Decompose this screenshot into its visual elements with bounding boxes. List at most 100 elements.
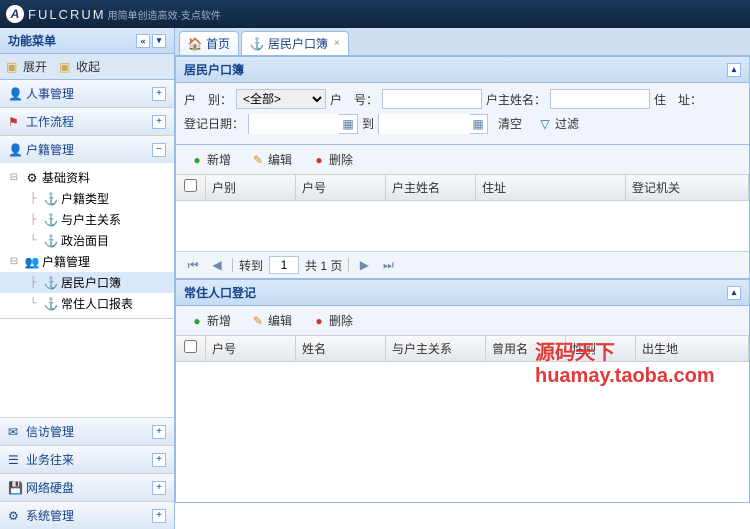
- col-head[interactable]: 户主姓名: [386, 175, 476, 200]
- edit-button[interactable]: ✎编辑: [245, 310, 298, 331]
- tree-node-relation[interactable]: ├ ⚓ 与户主关系: [0, 209, 174, 230]
- panel-resident: 常住人口登记 ▴ ●新增 ✎编辑 ●删除 户号 姓名 与户主关系 曾用名 性别: [175, 279, 750, 503]
- delete-button[interactable]: ●删除: [306, 149, 359, 170]
- panel-title: 居民户口簿: [184, 61, 244, 78]
- delete-icon: ●: [312, 314, 326, 328]
- sidebar-title-text: 功能菜单: [8, 32, 56, 49]
- add-button[interactable]: ●新增: [184, 149, 237, 170]
- expand-icon[interactable]: +: [152, 453, 166, 467]
- next-page-icon[interactable]: ▶: [355, 256, 373, 274]
- expand-icon[interactable]: +: [152, 425, 166, 439]
- col-relation[interactable]: 与户主关系: [386, 336, 486, 361]
- home-icon: 🏠: [188, 37, 202, 51]
- tab-book[interactable]: ⚓ 居民户口簿 ×: [241, 31, 349, 55]
- tree-minus-icon[interactable]: ⊟: [6, 170, 22, 186]
- filter-icon: ▽: [538, 117, 552, 131]
- expand-icon[interactable]: +: [152, 481, 166, 495]
- anchor-icon: ⚓: [250, 37, 264, 51]
- add-button[interactable]: ●新增: [184, 310, 237, 331]
- grid-household: 户别 户号 户主姓名 住址 登记机关: [176, 175, 749, 251]
- col-num[interactable]: 户号: [296, 175, 386, 200]
- anchor-icon: ⚓: [44, 213, 58, 227]
- clear-button[interactable]: 清空: [492, 113, 528, 134]
- collapse-left-icon[interactable]: «: [136, 34, 150, 48]
- expand-icon[interactable]: +: [152, 509, 166, 523]
- expand-icon[interactable]: +: [152, 87, 166, 101]
- page-input[interactable]: [269, 256, 299, 274]
- sidebar: 功能菜单 « ▾ ▣ 展开 ▣ 收起 👤人事管理 +: [0, 28, 175, 529]
- app-slogan: 用简单创造高效·支点软件: [108, 7, 221, 22]
- app-name: FULCRUM: [28, 7, 106, 22]
- app-logo: A FULCRUM: [6, 5, 106, 23]
- sidebar-title: 功能菜单 « ▾: [0, 28, 174, 54]
- gear-icon: ⚙: [8, 509, 22, 523]
- col-former[interactable]: 曾用名: [486, 336, 566, 361]
- tree-node-politics[interactable]: └ ⚓ 政治面目: [0, 230, 174, 251]
- grid-toolbar: ●新增 ✎编辑 ●删除: [176, 145, 749, 175]
- col-addr[interactable]: 住址: [476, 175, 626, 200]
- select-all-checkbox[interactable]: [184, 340, 197, 353]
- label-regdate: 登记日期：: [184, 115, 244, 132]
- collapse-icon: ▣: [59, 60, 73, 74]
- label-type: 户 别：: [184, 91, 232, 108]
- close-icon[interactable]: ×: [334, 38, 340, 49]
- prev-page-icon[interactable]: ◀: [208, 256, 226, 274]
- label-head: 户主姓名：: [486, 91, 546, 108]
- col-type[interactable]: 户别: [206, 175, 296, 200]
- col-gender[interactable]: 性别: [566, 336, 636, 361]
- sidebar-accordion: 👤人事管理 + ⚑工作流程 + 👤户籍管理 − ⊟ ⚙: [0, 80, 174, 417]
- sidebar-section-business[interactable]: ☰业务往来 +: [0, 445, 174, 473]
- sidebar-section-workflow[interactable]: ⚑工作流程 +: [0, 108, 174, 135]
- edit-button[interactable]: ✎编辑: [245, 149, 298, 170]
- anchor-icon: ⚓: [44, 192, 58, 206]
- col-org[interactable]: 登记机关: [626, 175, 749, 200]
- list-icon: ☰: [8, 453, 22, 467]
- tree-node-base[interactable]: ⊟ ⚙ 基础资料: [0, 167, 174, 188]
- expand-icon: ▣: [6, 60, 20, 74]
- tree-node-report[interactable]: └ ⚓ 常住人口报表: [0, 293, 174, 314]
- anchor-icon: ⚓: [44, 234, 58, 248]
- panel-collapse-icon[interactable]: ▴: [727, 286, 741, 300]
- num-input[interactable]: [382, 89, 482, 109]
- tree-node-book[interactable]: ├ ⚓ 居民户口簿: [0, 272, 174, 293]
- select-all-checkbox[interactable]: [184, 179, 197, 192]
- col-name[interactable]: 姓名: [296, 336, 386, 361]
- sidebar-toolbar: ▣ 展开 ▣ 收起: [0, 54, 174, 80]
- type-select[interactable]: <全部>: [236, 89, 326, 109]
- collapse-icon[interactable]: −: [152, 143, 166, 157]
- pager-goto-label: 转到: [239, 257, 263, 274]
- expand-all-button[interactable]: ▣ 展开: [6, 58, 47, 75]
- sidebar-section-household[interactable]: 👤户籍管理 −: [0, 136, 174, 163]
- sidebar-section-system[interactable]: ⚙系统管理 +: [0, 501, 174, 529]
- sidebar-section-hr[interactable]: 👤人事管理 +: [0, 80, 174, 107]
- app-header: A FULCRUM 用简单创造高效·支点软件: [0, 0, 750, 28]
- date-from-input[interactable]: [249, 114, 339, 134]
- expand-icon[interactable]: +: [152, 115, 166, 129]
- calendar-icon[interactable]: ▦: [469, 117, 487, 131]
- tab-home[interactable]: 🏠 首页: [179, 31, 239, 55]
- sidebar-section-netdisk[interactable]: 💾网络硬盘 +: [0, 473, 174, 501]
- date-to-input[interactable]: [379, 114, 469, 134]
- collapse-icon[interactable]: ▾: [152, 34, 166, 48]
- filter-button[interactable]: ▽过滤: [532, 113, 585, 134]
- tree-minus-icon[interactable]: ⊟: [6, 254, 22, 270]
- add-icon: ●: [190, 153, 204, 167]
- delete-button[interactable]: ●删除: [306, 310, 359, 331]
- grid-body: [176, 201, 749, 251]
- tree-node-mgmt[interactable]: ⊟ 👥 户籍管理: [0, 251, 174, 272]
- head-input[interactable]: [550, 89, 650, 109]
- search-form: 户 别： <全部> 户 号： 户主姓名： 住 址： 登记日期： ▦ 到 ▦ 清空: [176, 83, 749, 145]
- col-birthplace[interactable]: 出生地: [636, 336, 749, 361]
- col-num[interactable]: 户号: [206, 336, 296, 361]
- anchor-icon: ⚓: [44, 276, 58, 290]
- collapse-all-button[interactable]: ▣ 收起: [59, 58, 100, 75]
- first-page-icon[interactable]: ⏮: [184, 256, 202, 274]
- people-icon: 👥: [25, 255, 39, 269]
- sidebar-section-petition[interactable]: ✉信访管理 +: [0, 417, 174, 445]
- edit-icon: ✎: [251, 314, 265, 328]
- calendar-icon[interactable]: ▦: [339, 117, 357, 131]
- panel-collapse-icon[interactable]: ▴: [727, 63, 741, 77]
- tree-node-type[interactable]: ├ ⚓ 户籍类型: [0, 188, 174, 209]
- last-page-icon[interactable]: ⏭: [379, 256, 397, 274]
- sidebar-bottom-sections: ✉信访管理 + ☰业务往来 + 💾网络硬盘 + ⚙系统管理 +: [0, 417, 174, 529]
